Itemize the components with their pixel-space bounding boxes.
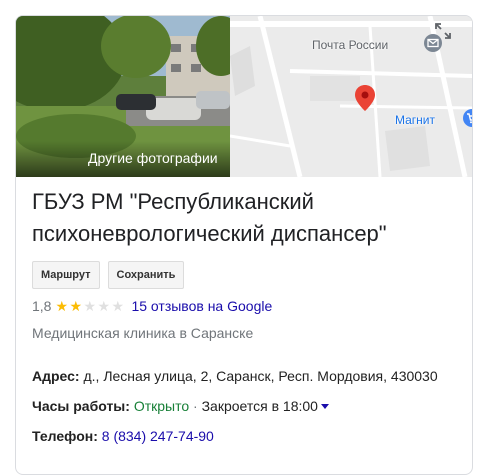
- hours-label: Часы работы:: [32, 398, 130, 414]
- fullscreen-icon: [435, 23, 451, 39]
- reviews-link[interactable]: 15 отзывов на Google: [131, 298, 272, 314]
- phone-label: Телефон:: [32, 428, 98, 444]
- action-buttons: Маршрут Сохранить: [32, 261, 185, 289]
- star-icon: ★: [83, 298, 97, 314]
- rating-row: 1,8 ★ ★ ★ ★ ★ 15 отзывов на Google: [32, 298, 272, 314]
- place-title: ГБУЗ РМ "Республиканский психоневрологич…: [32, 189, 387, 246]
- expand-map-button[interactable]: [434, 22, 468, 56]
- hours-row: Часы работы: Открыто · Закроется в 18:00: [32, 398, 329, 414]
- star-icon: ★: [69, 298, 83, 314]
- phone-row: Телефон: 8 (834) 247-74-90: [32, 428, 214, 444]
- address-row: Адрес: д., Лесная улица, 2, Саранск, Рес…: [32, 368, 438, 384]
- hours-status: Открыто: [133, 398, 190, 414]
- hours-separator: ·: [193, 398, 198, 414]
- place-card: Другие фотографии Почта России Магнит ГБ…: [15, 15, 473, 475]
- star-icon: ★: [111, 298, 125, 314]
- map-label-magnit: Магнит: [395, 113, 436, 127]
- map-label-post: Почта России: [312, 38, 389, 52]
- map-preview[interactable]: Почта России Магнит: [230, 16, 472, 177]
- address-value: д., Лесная улица, 2, Саранск, Респ. Морд…: [83, 368, 438, 384]
- star-icon: ★: [97, 298, 111, 314]
- rating-value: 1,8: [32, 298, 52, 314]
- photos-thumbnail[interactable]: Другие фотографии: [16, 16, 230, 177]
- location-pin-icon: [355, 85, 375, 111]
- more-photos-label[interactable]: Другие фотографии: [16, 141, 230, 177]
- phone-link[interactable]: 8 (834) 247-74-90: [102, 428, 214, 444]
- place-category: Медицинская клиника в Саранске: [32, 325, 254, 341]
- media-strip: Другие фотографии Почта России Магнит: [16, 16, 472, 177]
- route-button[interactable]: Маршрут: [32, 261, 100, 289]
- star-icon: ★: [55, 298, 69, 314]
- hours-close-time: Закроется в 18:00: [201, 398, 318, 414]
- shopping-cart-icon: [463, 109, 472, 127]
- star-rating: ★ ★ ★ ★ ★: [55, 299, 125, 313]
- address-label: Адрес:: [32, 368, 80, 384]
- save-button[interactable]: Сохранить: [107, 261, 185, 289]
- hours-dropdown-icon[interactable]: [320, 404, 329, 409]
